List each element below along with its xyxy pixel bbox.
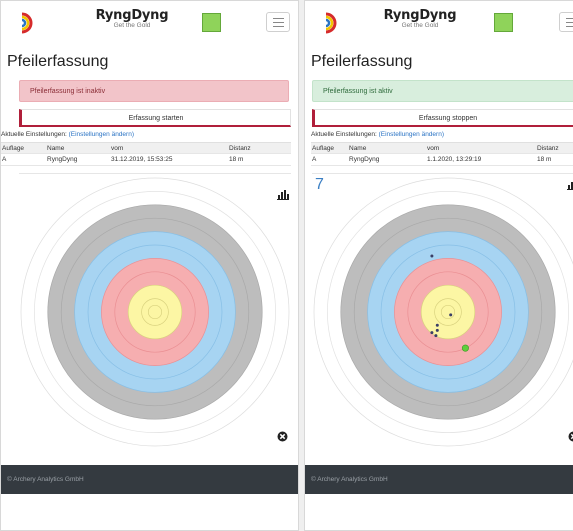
arrow-hit-5[interactable] [435,328,439,332]
status-alert: Pfeilerfassung ist aktiv [312,80,573,102]
brand-tagline: Get the Gold [113,22,151,29]
arrow-hit-6[interactable] [430,331,434,335]
table-header-row: Auflage Name vom Distanz [311,142,573,154]
cell-name: RyngDyng [46,153,110,166]
target-ring-11 [440,304,456,320]
table-row: A RyngDyng 1.1.2020, 13:29:19 18 m [311,153,573,166]
brand: RyngDyng Get the Gold [365,8,475,29]
stop-capture-button[interactable]: Erfassung stoppen [312,109,573,127]
menu-button[interactable] [266,12,290,32]
cell-distanz: 18 m [536,153,573,166]
cell-auflage: A [1,153,46,166]
arrow-hit-1[interactable] [430,254,434,258]
cell-distanz: 18 m [228,153,291,166]
col-header-auflage: Auflage [311,142,348,154]
brand-tagline: Get the Gold [401,22,439,29]
brand-name: RyngDyng [95,8,169,23]
settings-label: Aktuelle Einstellungen: [311,131,377,138]
col-header-vom: vom [426,142,536,154]
col-header-vom: vom [110,142,228,154]
table-row: A RyngDyng 31.12.2019, 15:53:25 18 m [1,153,291,166]
brand: RyngDyng Get the Gold [77,8,187,29]
target-logo-icon[interactable] [11,12,33,34]
phone-screen-active: RyngDyng Get the Gold Pfeilerfassung Pfe… [304,0,573,531]
brand-name: RyngDyng [383,8,457,23]
footer: © Archery Analytics GmbH [305,465,573,494]
arrow-hit-7[interactable] [461,344,469,352]
cell-vom: 1.1.2020, 13:29:19 [426,153,536,166]
change-settings-link[interactable]: (Einstellungen ändern) [69,131,134,138]
navbar: RyngDyng Get the Gold [305,1,573,47]
bar-chart-icon[interactable] [277,190,289,200]
settings-table: Auflage Name vom Distanz A RyngDyng 31.1… [1,142,291,166]
cell-auflage: A [311,153,348,166]
table-header-row: Auflage Name vom Distanz [1,142,291,154]
phone-screen-inactive: RyngDyng Get the Gold Pfeilerfassung Pfe… [0,0,299,531]
bar-chart-icon[interactable] [567,180,573,190]
col-header-name: Name [348,142,426,154]
page-title: Pfeilerfassung [7,53,109,70]
arrow-hit-3[interactable] [435,323,439,327]
change-settings-link[interactable]: (Einstellungen ändern) [379,131,444,138]
col-header-name: Name [46,142,110,154]
settings-line: Aktuelle Einstellungen: (Einstellungen ä… [311,131,444,138]
status-alert: Pfeilerfassung ist inaktiv [19,80,289,102]
arrow-hit-2[interactable] [449,313,453,317]
settings-table: Auflage Name vom Distanz A RyngDyng 1.1.… [311,142,573,166]
col-header-distanz: Distanz [536,142,573,154]
status-indicator [494,13,513,32]
archery-target[interactable] [19,174,291,450]
close-circle-icon[interactable] [568,431,573,442]
col-header-distanz: Distanz [228,142,291,154]
page-title: Pfeilerfassung [311,53,413,70]
arrow-count: 7 [315,176,324,193]
target-area[interactable] [19,173,291,449]
settings-label: Aktuelle Einstellungen: [1,131,67,138]
col-header-auflage: Auflage [1,142,46,154]
close-circle-icon[interactable] [277,431,288,442]
arrow-hit-4[interactable] [434,334,438,338]
footer: © Archery Analytics GmbH [1,465,298,494]
cell-name: RyngDyng [348,153,426,166]
settings-line: Aktuelle Einstellungen: (Einstellungen ä… [1,131,134,138]
target-ring-11 [147,304,163,320]
status-indicator [202,13,221,32]
cell-vom: 31.12.2019, 15:53:25 [110,153,228,166]
hamburger-menu-icon [566,18,573,19]
target-area[interactable]: 7 [312,173,573,449]
start-capture-button[interactable]: Erfassung starten [19,109,291,127]
menu-button[interactable] [559,12,573,32]
target-logo-icon[interactable] [315,12,337,34]
navbar: RyngDyng Get the Gold [1,1,298,47]
hamburger-menu-icon [273,18,284,19]
archery-target[interactable] [312,174,573,450]
